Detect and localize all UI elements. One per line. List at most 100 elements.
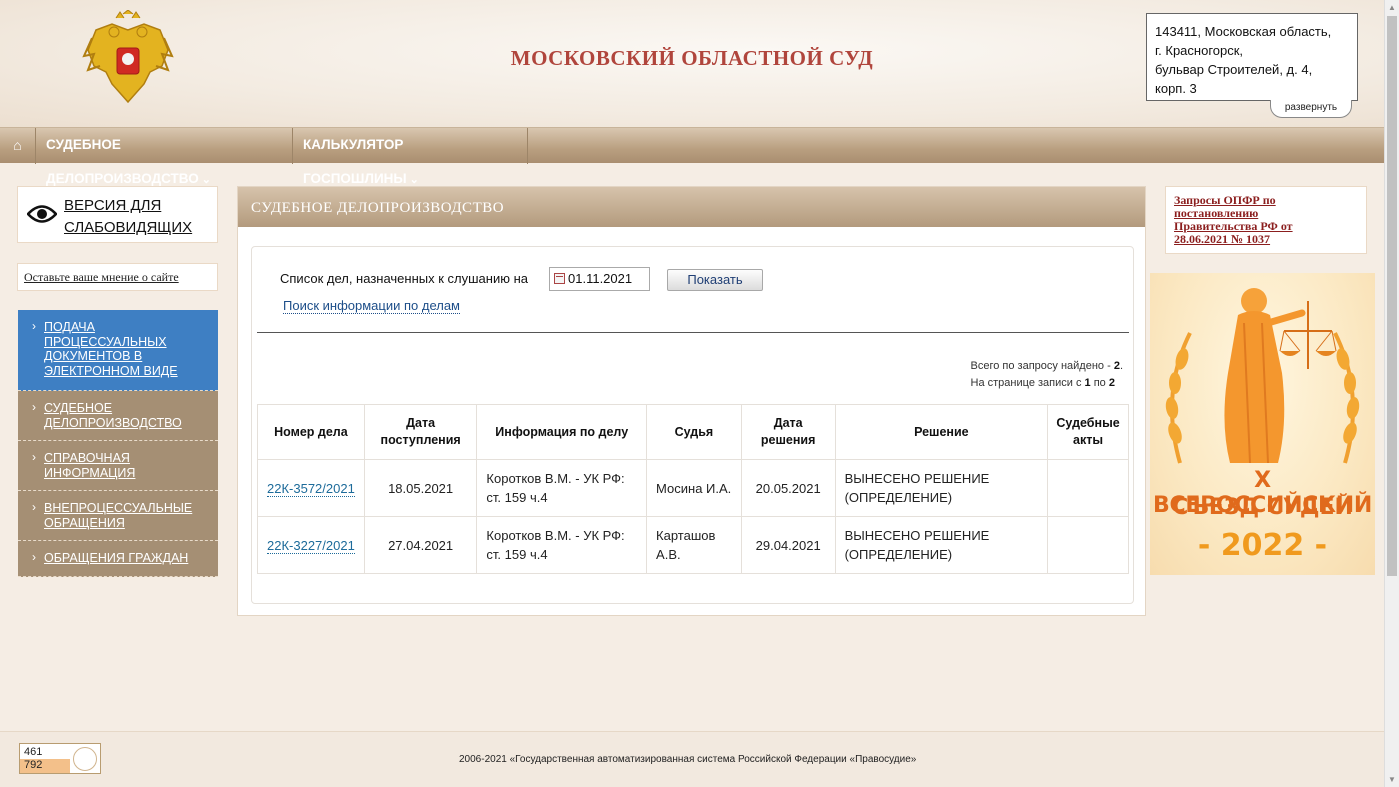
column-header-text: Дата [406,416,436,430]
low-vision-label: ВЕРСИЯ ДЛЯ СЛАБОВИДЯЩИХ [64,195,192,239]
calendar-icon[interactable] [554,273,565,284]
results-total-label: Всего по запросу найдено - [970,360,1114,372]
sidebar-item-citizen-appeals[interactable]: › ОБРАЩЕНИЯ ГРАЖДАН [18,541,218,577]
case-info-line: Коротков В.М. - УК РФ: [486,471,625,486]
home-icon[interactable]: ⌂ [0,128,36,164]
cell-decision: ВЫНЕСЕНО РЕШЕНИЕ (ОПРЕДЕЛЕНИЕ) [834,516,1049,574]
chevron-right-icon: › [32,319,36,333]
chevron-right-icon: › [32,400,36,414]
cell-decision-date: 29.04.2021 [740,516,836,574]
column-header-case-number: Номер дела [257,404,365,460]
sidebar-item-label: ОБРАЩЕНИЯ [44,515,125,530]
page-range-label: На странице записи с [970,377,1085,389]
sidebar-item-reference-info[interactable]: › СПРАВОЧНАЯ ИНФОРМАЦИЯ [18,441,218,491]
banner-year: - 2022 - [1197,528,1328,563]
scrollbar-thumb[interactable] [1387,16,1397,576]
column-header-received-date: Дата поступления [363,404,478,460]
column-header-decision-date: Дата решения [740,404,836,460]
hearing-list-label: Список дел, назначенных к слушанию на [280,271,528,286]
cell-received-date: 18.05.2021 [363,459,478,517]
cell-decision: ВЫНЕСЕНО РЕШЕНИЕ (ОПРЕДЕЛЕНИЕ) [834,459,1049,517]
column-header-text: поступления [380,433,461,447]
table-header-row: Номер дела Дата поступления Информация по… [257,404,1129,460]
cell-decision-date: 20.05.2021 [740,459,836,517]
case-number-link[interactable]: 22К-3572/2021 [267,480,355,497]
address-box: 143411, Московская область, г. Красногор… [1146,13,1358,101]
low-vision-label-line: СЛАБОВИДЯЩИХ [64,219,193,236]
nav-item-fee-calculator[interactable]: КАЛЬКУЛЯТОР ГОСПОШЛИНЫ ⌄ [293,128,528,186]
show-button[interactable]: Показать [667,269,763,291]
request-link-line: 28.06.2021 № 1037 [1174,232,1271,246]
date-input[interactable]: 01.11.2021 [549,267,650,291]
cell-case-number: 22К-3227/2021 [257,516,365,574]
column-header-decision: Решение [834,404,1049,460]
table-row: 22К-3572/2021 18.05.2021 Коротков В.М. -… [257,459,1129,517]
sidebar-item-label: ОБРАЩЕНИЯ ГРАЖДАН [44,551,189,565]
scroll-down-icon[interactable]: ▼ [1388,775,1396,784]
results-summary: Всего по запросу найдено - 2. На страниц… [971,358,1123,392]
copyright-text: 2006-2021 «Государственная автоматизиров… [459,754,917,765]
decision-line: ВЫНЕСЕНО РЕШЕНИЕ [844,471,990,486]
cell-case-info: Коротков В.М. - УК РФ: ст. 159 ч.4 [476,459,648,517]
chevron-right-icon: › [32,500,36,514]
case-list-box: Список дел, назначенных к слушанию на 01… [251,246,1134,604]
case-number-link[interactable]: 22К-3227/2021 [267,537,355,554]
counter-value: 792 [24,759,43,771]
themis-statue-icon [1165,288,1360,464]
sidebar-item-label: ДЕЛОПРОИЗВОДСТВО [44,415,182,430]
table-row: 22К-3227/2021 27.04.2021 Коротков В.М. -… [257,516,1129,574]
address-line: бульвар Строителей, д. 4, [1155,62,1313,77]
section-title: СУДЕБНОЕ ДЕЛОПРОИЗВОДСТВО [238,187,1145,227]
results-page-range: На странице записи с 1 по 2 [971,375,1123,392]
address-line: 143411, Московская область, [1155,24,1332,39]
column-header-text: Информация по делу [495,424,629,439]
case-info-line: ст. 159 ч.4 [486,547,548,562]
chevron-down-icon: ⌄ [201,174,211,186]
case-search-link[interactable]: Поиск информации по делам [283,298,460,314]
address-line: корп. 3 [1155,81,1197,96]
judge-name: Мосина И.А. [656,480,732,496]
chevron-down-icon: ⌄ [409,174,419,186]
sidebar-item-label: ВНЕПРОЦЕССУАЛЬНЫЕ [44,501,193,515]
case-info-line: ст. 159 ч.4 [486,490,548,505]
sidebar-item-label: СПРАВОЧНАЯ [44,451,130,465]
case-info-line: Коротков В.М. - УК РФ: [486,528,625,543]
judge-name: А.В. [656,547,681,562]
cases-table: Номер дела Дата поступления Информация по… [257,404,1129,574]
expand-address-button[interactable]: развернуть [1270,100,1352,118]
sidebar-menu: › ПОДАЧА ПРОЦЕССУАЛЬНЫХ ДОКУМЕНТОВ В ЭЛЕ… [18,310,218,577]
eye-icon [27,205,57,223]
cell-case-info: Коротков В.М. - УК РФ: ст. 159 ч.4 [476,516,648,574]
main-nav: ⌂ СУДЕБНОЕ ДЕЛОПРОИЗВОДСТВО ⌄ КАЛЬКУЛЯТОР… [0,127,1384,186]
results-total-suffix: . [1119,360,1123,372]
column-header-text: акты [1073,433,1104,447]
judges-congress-banner[interactable]: X ВСЕРОССИЙСКИЙ СЪЕЗД СУДЕЙ - 2022 - [1150,273,1375,575]
sidebar-item-label: СУДЕБНОЕ [44,401,113,415]
court-title: МОСКОВСКИЙ ОБЛАСТНОЙ СУД [510,46,874,70]
low-vision-version-link[interactable]: ВЕРСИЯ ДЛЯ СЛАБОВИДЯЩИХ [17,186,218,243]
divider [257,332,1129,333]
decision-line: ВЫНЕСЕНО РЕШЕНИЕ [844,528,990,543]
column-header-text: Решение [914,424,969,439]
main-panel: СУДЕБНОЕ ДЕЛОПРОИЗВОДСТВО Список дел, на… [237,186,1146,616]
nav-item-label: КАЛЬКУЛЯТОР ГОСПОШЛИНЫ [303,137,407,186]
sidebar-item-court-proceedings[interactable]: › СУДЕБНОЕ ДЕЛОПРОИЗВОДСТВО [18,391,218,441]
column-header-text: Судья [674,424,714,439]
column-header-text: Номер дела [274,424,348,439]
page-range-to: 2 [1108,377,1115,389]
banner-title-line2: СЪЕЗД СУДЕЙ [1172,495,1353,520]
vertical-scrollbar[interactable]: ▲ ▼ [1384,0,1399,787]
visit-counter[interactable]: 461 792 [19,743,101,774]
date-value: 01.11.2021 [568,271,633,286]
sidebar-item-electronic-filing[interactable]: › ПОДАЧА ПРОЦЕССУАЛЬНЫХ ДОКУМЕНТОВ В ЭЛЕ… [18,310,218,391]
pension-fund-requests-link[interactable]: Запросы ОПФР по постановлению Правительс… [1165,186,1367,254]
feedback-link[interactable]: Оставьте ваше мнение о сайте [17,263,218,291]
cell-case-number: 22К-3572/2021 [257,459,365,517]
low-vision-label-line: ВЕРСИЯ ДЛЯ [64,197,162,214]
cell-court-acts [1047,459,1129,517]
scroll-up-icon[interactable]: ▲ [1388,3,1396,12]
sidebar-item-extra-procedural-appeals[interactable]: › ВНЕПРОЦЕССУАЛЬНЫЕ ОБРАЩЕНИЯ [18,491,218,541]
nav-item-court-proceedings[interactable]: СУДЕБНОЕ ДЕЛОПРОИЗВОДСТВО ⌄ [36,128,293,186]
page-range-mid: по [1090,377,1109,389]
coat-of-arms-icon[interactable] [82,10,174,108]
